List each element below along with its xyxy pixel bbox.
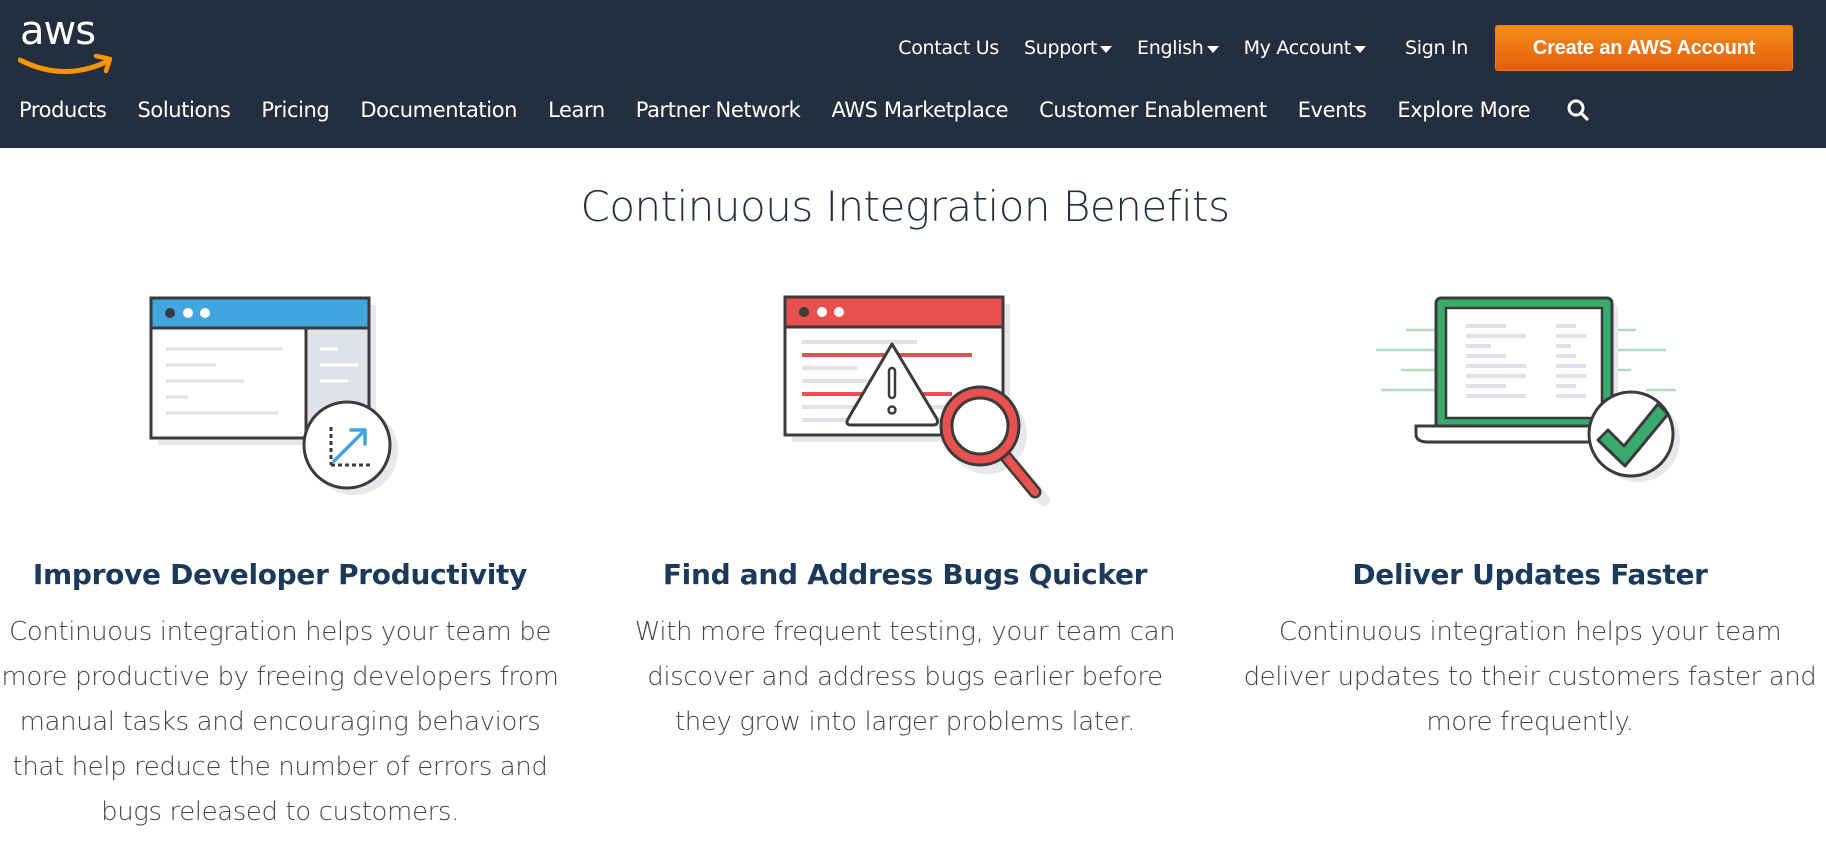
benefit-title: Find and Address Bugs Quicker bbox=[662, 558, 1148, 591]
nav-pricing[interactable]: Pricing bbox=[261, 98, 329, 122]
browser-chart-icon bbox=[149, 296, 398, 495]
benefit-description: Continuous integration helps your team b… bbox=[1, 617, 559, 827]
benefit-description: Continuous integration helps your team d… bbox=[1243, 617, 1817, 737]
illustration bbox=[0, 280, 560, 560]
nav-aws-marketplace[interactable]: AWS Marketplace bbox=[831, 98, 1008, 122]
illustration bbox=[1240, 280, 1820, 560]
laptop-checkmark-icon bbox=[1376, 296, 1680, 482]
language-label: English bbox=[1137, 37, 1204, 59]
support-dropdown[interactable]: Support bbox=[1024, 37, 1113, 59]
caret-down-icon bbox=[1353, 45, 1366, 53]
illustration bbox=[620, 280, 1190, 560]
main-nav: Products Solutions Pricing Documentation… bbox=[19, 92, 1590, 128]
benefit-title: Improve Developer Productivity bbox=[32, 558, 528, 591]
benefit-description: With more frequent testing, your team ca… bbox=[634, 617, 1176, 737]
bug-search-icon bbox=[783, 295, 1050, 506]
aws-logo[interactable]: aws bbox=[18, 8, 114, 76]
nav-partner-network[interactable]: Partner Network bbox=[636, 98, 801, 122]
utility-nav: Contact Us Support English My Account Si… bbox=[898, 25, 1826, 71]
language-dropdown[interactable]: English bbox=[1137, 37, 1219, 59]
benefit-card: Improve Developer Productivity Continuou… bbox=[0, 280, 560, 827]
nav-solutions[interactable]: Solutions bbox=[137, 98, 230, 122]
support-label: Support bbox=[1024, 37, 1098, 59]
nav-events[interactable]: Events bbox=[1298, 98, 1367, 122]
benefit-card: Find and Address Bugs Quicker With more … bbox=[620, 280, 1190, 737]
nav-explore-more[interactable]: Explore More bbox=[1397, 98, 1530, 122]
section-title: Continuous Integration Benefits bbox=[580, 182, 1231, 231]
my-account-dropdown[interactable]: My Account bbox=[1244, 37, 1366, 59]
benefit-card: Deliver Updates Faster Continuous integr… bbox=[1240, 280, 1820, 737]
create-account-button[interactable]: Create an AWS Account bbox=[1495, 25, 1793, 71]
logo-text: aws bbox=[20, 8, 96, 54]
nav-customer-enablement[interactable]: Customer Enablement bbox=[1039, 98, 1267, 122]
site-header: aws Contact Us Support English My Accoun… bbox=[0, 0, 1826, 148]
caret-down-icon bbox=[1100, 45, 1113, 53]
caret-down-icon bbox=[1206, 45, 1219, 53]
search-icon[interactable] bbox=[1566, 98, 1590, 122]
benefit-title: Deliver Updates Faster bbox=[1352, 558, 1708, 591]
contact-us-link[interactable]: Contact Us bbox=[898, 37, 999, 59]
nav-learn[interactable]: Learn bbox=[548, 98, 605, 122]
my-account-label: My Account bbox=[1243, 37, 1352, 59]
sign-in-link[interactable]: Sign In bbox=[1405, 37, 1468, 59]
sign-in-label: Sign In bbox=[1404, 37, 1468, 59]
logo-smile-icon bbox=[18, 53, 113, 74]
nav-documentation[interactable]: Documentation bbox=[360, 98, 517, 122]
nav-products[interactable]: Products bbox=[19, 98, 107, 122]
contact-us-label: Contact Us bbox=[898, 37, 1000, 59]
